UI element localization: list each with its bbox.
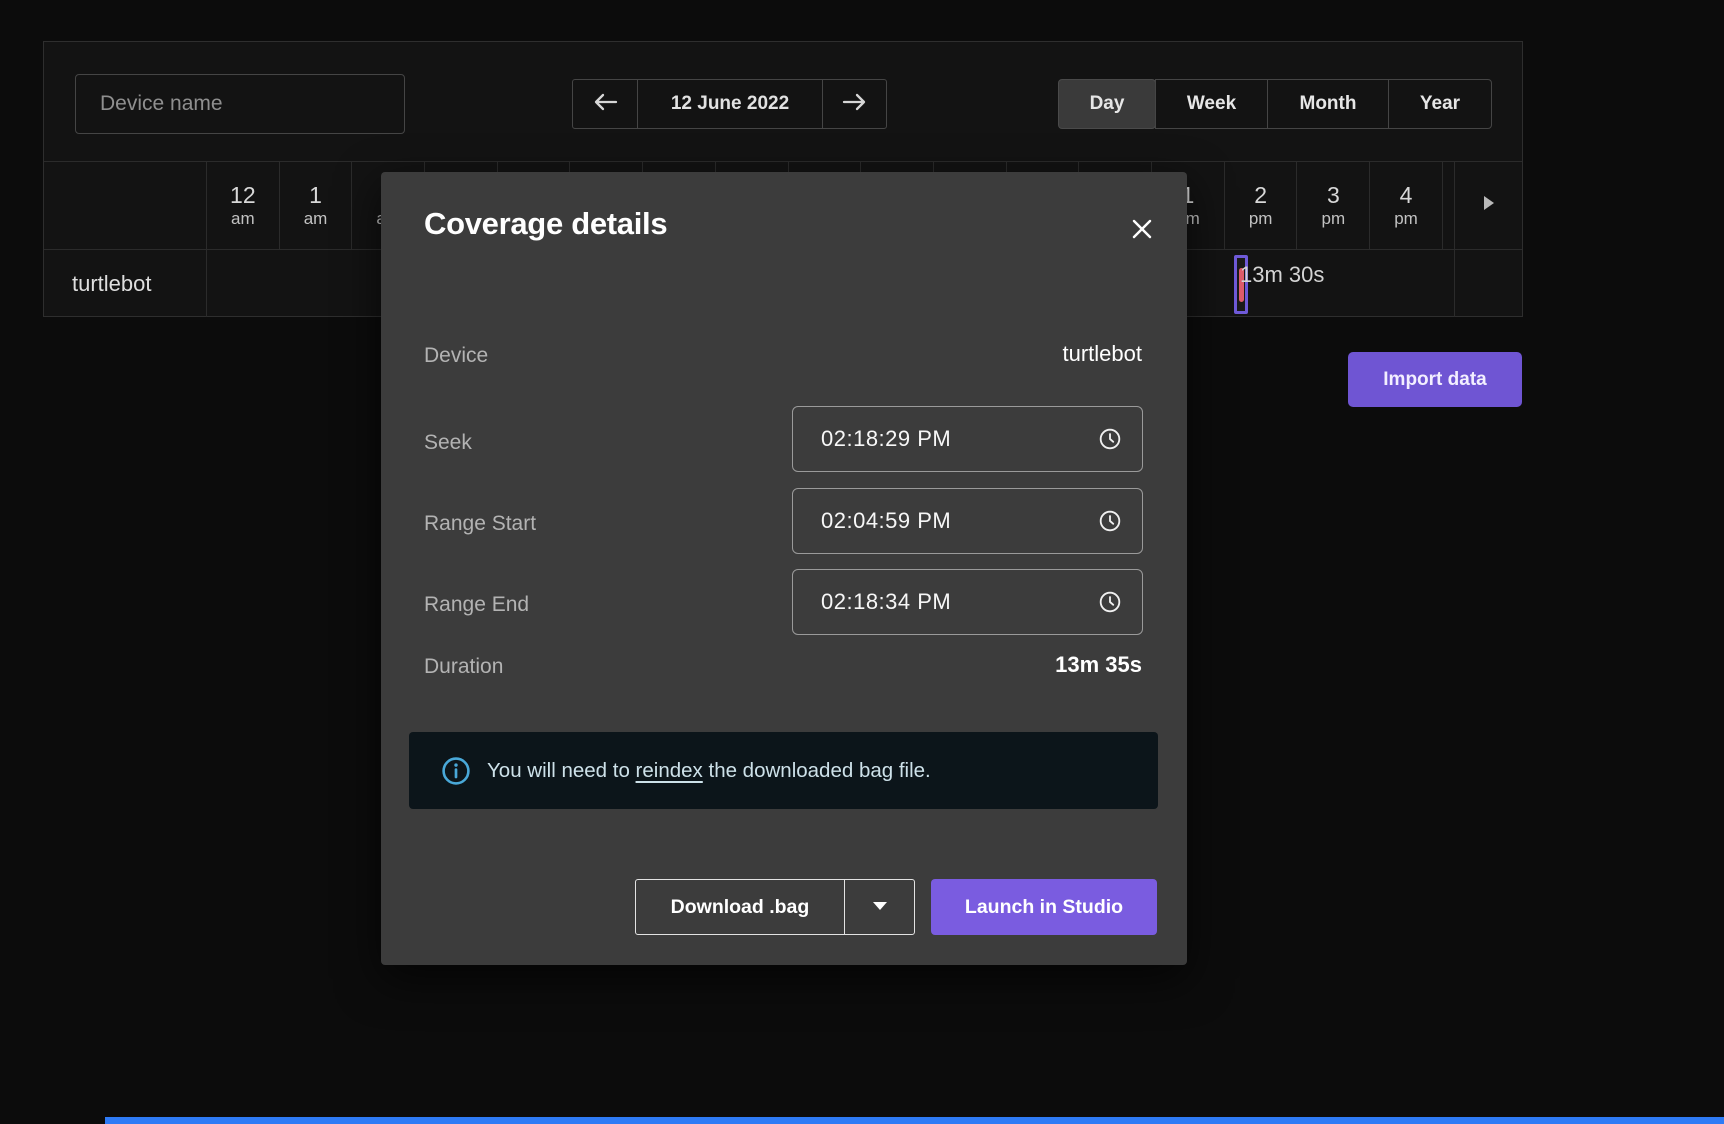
device-field-label: Device <box>424 344 488 368</box>
seek-input-wrap <box>792 406 1143 472</box>
device-column-header <box>44 162 207 249</box>
modal-close-button[interactable] <box>1127 216 1157 246</box>
view-range-toggle: Day Week Month Year <box>1058 79 1492 129</box>
prev-day-button[interactable] <box>572 79 638 129</box>
hour-header-cell: 4pm <box>1370 162 1443 249</box>
hour-header-cell: 12am <box>207 162 280 249</box>
device-field-value: turtlebot <box>1063 341 1143 367</box>
play-right-icon <box>1482 194 1496 217</box>
hour-number: 3 <box>1327 182 1340 208</box>
notice-text-after: the downloaded bag file. <box>703 759 931 782</box>
hour-number: 4 <box>1400 182 1413 208</box>
import-data-button[interactable]: Import data <box>1348 352 1522 407</box>
download-bag-button[interactable]: Download .bag <box>635 879 845 935</box>
hour-header-cell: 2pm <box>1225 162 1298 249</box>
hour-meridiem: pm <box>1322 208 1346 230</box>
hour-number: 2 <box>1254 182 1267 208</box>
coverage-bar <box>1239 268 1244 302</box>
hour-number: 12 <box>230 182 256 208</box>
hour-meridiem: am <box>304 208 328 230</box>
range-start-time-input[interactable] <box>792 488 1143 554</box>
date-navigation: 12 June 2022 <box>572 79 887 129</box>
view-toggle-year[interactable]: Year <box>1388 79 1492 129</box>
app-window: 12 June 2022 Day Week Month Year 12am1am… <box>0 0 1724 1124</box>
view-toggle-month[interactable]: Month <box>1267 79 1389 129</box>
modal-title: Coverage details <box>424 206 667 242</box>
hour-meridiem: pm <box>1249 208 1273 230</box>
scroll-timeline-right-button[interactable] <box>1455 162 1522 249</box>
range-end-time-input[interactable] <box>792 569 1143 635</box>
notice-text-before: You will need to <box>487 759 636 782</box>
clock-icon[interactable] <box>1097 589 1123 615</box>
coverage-details-modal: Coverage details Device turtlebot Seek R… <box>381 172 1187 965</box>
duration-field-label: Duration <box>424 655 503 679</box>
info-icon <box>441 756 471 786</box>
notice-text: You will need to reindex the downloaded … <box>487 759 931 783</box>
view-toggle-day[interactable]: Day <box>1058 79 1156 129</box>
hour-meridiem: am <box>231 208 255 230</box>
arrow-right-icon <box>841 92 868 117</box>
hour-meridiem: pm <box>1394 208 1418 230</box>
arrow-left-icon <box>592 92 619 117</box>
clock-icon[interactable] <box>1097 426 1123 452</box>
device-row-label: turtlebot <box>44 250 207 317</box>
range-end-field-label: Range End <box>424 593 529 617</box>
hour-header-cell: 1am <box>280 162 353 249</box>
hour-header-cell: 3pm <box>1298 162 1371 249</box>
duration-field-value: 13m 35s <box>1055 652 1142 678</box>
chevron-down-icon <box>872 898 888 916</box>
range-start-field-label: Range Start <box>424 512 536 536</box>
current-date-label: 12 June 2022 <box>637 79 823 129</box>
range-start-input-wrap <box>792 488 1143 554</box>
selected-coverage-range[interactable] <box>1234 255 1248 314</box>
seek-field-label: Seek <box>424 431 472 455</box>
next-day-button[interactable] <box>822 79 887 129</box>
reindex-link[interactable]: reindex <box>636 759 703 782</box>
hour-number: 1 <box>309 182 322 208</box>
clock-icon[interactable] <box>1097 508 1123 534</box>
grid-divider <box>1454 250 1455 317</box>
seek-time-input[interactable] <box>792 406 1143 472</box>
device-filter-input[interactable] <box>75 74 405 134</box>
bottom-strip <box>105 1117 1724 1124</box>
partial-hour-cell <box>1443 162 1455 249</box>
launch-in-studio-button[interactable]: Launch in Studio <box>931 879 1157 935</box>
close-icon <box>1130 217 1154 246</box>
download-split-button: Download .bag <box>635 879 915 935</box>
range-end-input-wrap <box>792 569 1143 635</box>
reindex-notice-banner: You will need to reindex the downloaded … <box>409 732 1158 809</box>
download-options-button[interactable] <box>844 879 915 935</box>
view-toggle-week[interactable]: Week <box>1155 79 1268 129</box>
